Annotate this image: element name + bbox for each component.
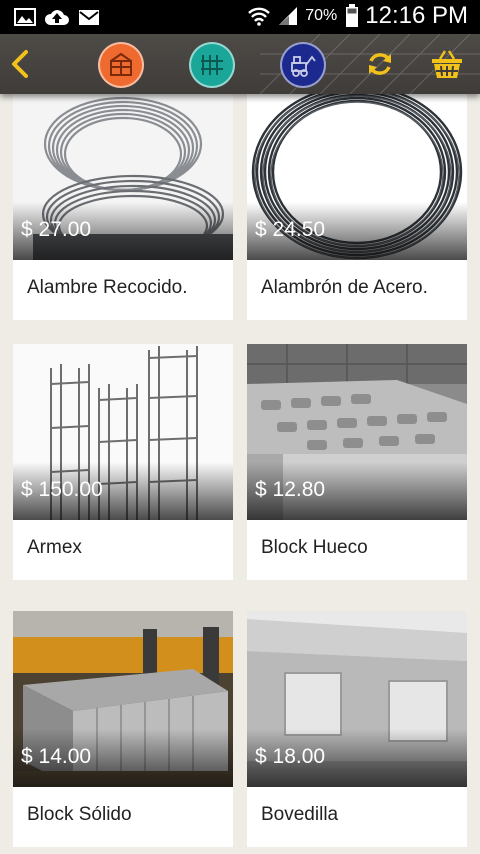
clock: 12:16 PM <box>365 2 468 29</box>
product-card-alambron-de-acero[interactable]: $ 24.50 Alambrón de Acero. <box>247 84 467 320</box>
shopping-basket-icon[interactable] <box>430 47 464 81</box>
refresh-icon[interactable] <box>365 49 395 79</box>
product-price: $ 150.00 <box>21 478 103 501</box>
image-icon <box>14 8 36 26</box>
upload-cloud-icon <box>44 10 69 25</box>
product-card-armex[interactable]: $ 150.00 Armex <box>13 344 233 580</box>
grid-category-icon <box>201 55 223 75</box>
product-name: Armex <box>27 537 82 558</box>
app-toolbar <box>0 34 480 94</box>
product-price: $ 27.00 <box>21 218 92 241</box>
construction-category-icon <box>110 52 132 76</box>
status-bar: 70% 12:16 PM <box>0 0 480 34</box>
product-price: $ 12.80 <box>255 478 326 501</box>
product-name: Bovedilla <box>261 804 339 825</box>
product-price: $ 14.00 <box>21 745 92 768</box>
product-name: Block Hueco <box>261 537 368 558</box>
system-indicators: 70% 12:16 PM <box>247 2 468 30</box>
category-construction-button[interactable] <box>98 42 144 88</box>
product-card-bovedilla[interactable]: $ 18.00 Bovedilla <box>247 611 467 847</box>
signal-icon <box>279 7 298 25</box>
product-card-alambre-recocido[interactable]: $ 27.00 Alambre Recocido. <box>13 84 233 320</box>
product-card-block-solido[interactable]: $ 14.00 Block Sólido <box>13 611 233 847</box>
category-materials-button[interactable] <box>189 42 235 88</box>
battery-icon <box>346 4 359 27</box>
battery-percentage: 70% <box>305 7 338 24</box>
category-machinery-button[interactable] <box>280 42 326 88</box>
back-arrow-icon[interactable] <box>6 46 34 82</box>
product-card-block-hueco[interactable]: $ 12.80 Block Hueco <box>247 344 467 580</box>
machinery-category-icon <box>291 55 316 77</box>
mail-icon <box>79 10 99 25</box>
product-name: Alambrón de Acero. <box>261 277 428 298</box>
product-price: $ 24.50 <box>255 218 326 241</box>
wifi-icon <box>248 7 271 26</box>
product-name: Alambre Recocido. <box>27 277 188 298</box>
notification-icons <box>14 7 100 27</box>
product-name: Block Sólido <box>27 804 132 825</box>
product-price: $ 18.00 <box>255 745 326 768</box>
